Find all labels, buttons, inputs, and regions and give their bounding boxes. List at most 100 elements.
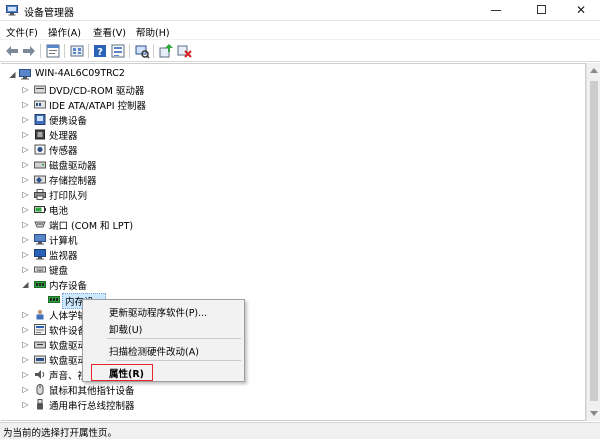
collapsed-icon[interactable]: ▷	[21, 145, 30, 154]
floppy-controller-icon	[34, 355, 46, 364]
menu-bar: 文件(F) 操作(A) 查看(V) 帮助(H)	[0, 22, 600, 40]
tree-item-label: 端口 (COM 和 LPT)	[49, 221, 134, 232]
collapsed-icon[interactable]: ▷	[21, 100, 30, 109]
tree-item-processor[interactable]: ▷ 处理器	[1, 127, 581, 142]
minimize-button[interactable]	[476, 0, 516, 21]
scroll-up-icon[interactable]	[590, 68, 598, 73]
menu-help[interactable]: 帮助(H)	[136, 25, 170, 39]
tree-item-label: DVD/CD-ROM 驱动器	[49, 86, 145, 97]
menu-view[interactable]: 查看(V)	[93, 25, 126, 39]
tree-item-label: 存储控制器	[49, 176, 97, 187]
tree-item-dvd[interactable]: ▷ DVD/CD-ROM 驱动器	[1, 82, 581, 97]
tree-item-portable[interactable]: ▷ 便携设备	[1, 112, 581, 127]
port-icon	[34, 221, 46, 228]
collapsed-icon[interactable]: ▷	[21, 205, 30, 214]
ctx-scan-hardware-label: 扫描检测硬件改动(A)	[109, 347, 199, 358]
scan-hardware-icon[interactable]	[134, 43, 150, 59]
collapsed-icon[interactable]: ▷	[21, 370, 30, 379]
uninstall-device-icon[interactable]	[176, 43, 192, 59]
tree-item-memory[interactable]: ◢ 内存设备	[1, 277, 581, 292]
tree-item-usb[interactable]: ▷ 通用串行总线控制器	[1, 397, 581, 412]
help-icon[interactable]: ?	[92, 43, 108, 59]
collapsed-icon[interactable]: ▷	[21, 265, 30, 274]
collapsed-icon[interactable]: ▷	[21, 325, 30, 334]
status-text: 为当前的选择打开属性页。	[3, 428, 118, 439]
collapsed-icon[interactable]: ▷	[21, 385, 30, 394]
show-hidden-icon[interactable]	[69, 43, 85, 59]
collapsed-icon[interactable]: ▷	[21, 175, 30, 184]
device-view-icon[interactable]	[110, 43, 126, 59]
properties-highlight-box	[91, 364, 153, 381]
properties-sheet-icon[interactable]	[45, 43, 61, 59]
tree-item-label: 监视器	[49, 251, 78, 262]
tree-item-mouse[interactable]: ▷ 鼠标和其他指针设备	[1, 382, 581, 397]
toolbar: ?	[0, 40, 600, 62]
collapsed-icon[interactable]: ▷	[21, 355, 30, 364]
title-bar: 设备管理器 ✕	[0, 0, 600, 21]
tree-item-battery[interactable]: ▷ 电池	[1, 202, 581, 217]
toolbar-separator	[88, 44, 89, 58]
storage-controller-icon	[34, 175, 46, 184]
ctx-update-driver[interactable]: 更新驱动程序软件(P)...	[84, 303, 243, 319]
collapsed-icon[interactable]: ▷	[21, 85, 30, 94]
collapsed-icon[interactable]: ▷	[21, 310, 30, 319]
back-arrow-icon[interactable]	[4, 43, 20, 59]
portable-device-icon	[34, 114, 46, 125]
tree-item-monitor[interactable]: ▷ 监视器	[1, 247, 581, 262]
tree-item-label: 键盘	[49, 266, 69, 277]
expanded-icon[interactable]: ◢	[21, 280, 30, 289]
close-icon: ✕	[575, 3, 587, 17]
sensor-icon	[34, 144, 46, 155]
tree-item-computer[interactable]: ▷ 计算机	[1, 232, 581, 247]
tree-item-print-queue[interactable]: ▷ 打印队列	[1, 187, 581, 202]
disk-drive-icon	[34, 161, 46, 169]
monitor-icon	[34, 249, 46, 260]
ctx-scan-hardware[interactable]: 扫描检测硬件改动(A)	[84, 342, 243, 358]
tree-item-label: IDE ATA/ATAPI 控制器	[49, 101, 147, 112]
collapsed-icon[interactable]: ▷	[21, 340, 30, 349]
minimize-icon	[491, 10, 501, 11]
tree-item-label: 内存设备	[49, 281, 88, 292]
tree-item-storage[interactable]: ▷ 存储控制器	[1, 172, 581, 187]
maximize-icon	[536, 5, 546, 14]
scroll-thumb[interactable]	[590, 81, 598, 401]
memory-chip-icon	[48, 296, 60, 303]
ctx-update-driver-label: 更新驱动程序软件(P)...	[109, 308, 208, 319]
mouse-icon	[36, 384, 44, 395]
vertical-scrollbar[interactable]	[586, 63, 600, 421]
update-driver-icon[interactable]	[158, 43, 174, 59]
collapsed-icon[interactable]: ▷	[21, 235, 30, 244]
maximize-button[interactable]	[521, 0, 561, 21]
context-menu: 更新驱动程序软件(P)... 卸载(U) 扫描检测硬件改动(A) 属性(R)	[82, 299, 245, 382]
expanded-icon[interactable]: ◢	[8, 70, 17, 79]
tree-item-keyboard[interactable]: ▷ 键盘	[1, 262, 581, 277]
toolbar-separator	[153, 44, 154, 58]
ctx-uninstall[interactable]: 卸载(U)	[84, 320, 243, 336]
svg-text:?: ?	[97, 47, 103, 58]
close-button[interactable]: ✕	[561, 0, 600, 21]
forward-arrow-icon[interactable]	[21, 43, 37, 59]
collapsed-icon[interactable]: ▷	[21, 190, 30, 199]
collapsed-icon[interactable]: ▷	[21, 115, 30, 124]
collapsed-icon[interactable]: ▷	[21, 130, 30, 139]
window-title: 设备管理器	[24, 8, 74, 19]
ctx-uninstall-label: 卸载(U)	[109, 325, 143, 336]
hid-icon	[36, 309, 44, 320]
tree-item-label: 鼠标和其他指针设备	[49, 386, 135, 397]
usb-icon	[37, 399, 43, 410]
tree-item-disk[interactable]: ▷ 磁盘驱动器	[1, 157, 581, 172]
collapsed-icon[interactable]: ▷	[21, 160, 30, 169]
tree-root[interactable]: ◢ WIN-4AL6C09TRC2	[1, 67, 581, 82]
tree-item-label: 通用串行总线控制器	[49, 401, 135, 412]
collapsed-icon[interactable]: ▷	[21, 400, 30, 409]
tree-item-port[interactable]: ▷ 端口 (COM 和 LPT)	[1, 217, 581, 232]
computer-icon	[34, 234, 46, 245]
collapsed-icon[interactable]: ▷	[21, 220, 30, 229]
menu-file[interactable]: 文件(F)	[6, 25, 38, 39]
tree-item-label: 电池	[49, 206, 69, 217]
collapsed-icon[interactable]: ▷	[21, 250, 30, 259]
tree-item-ide[interactable]: ▷ IDE ATA/ATAPI 控制器	[1, 97, 581, 112]
menu-action[interactable]: 操作(A)	[48, 25, 81, 39]
scroll-down-icon[interactable]	[590, 411, 598, 416]
tree-item-sensor[interactable]: ▷ 传感器	[1, 142, 581, 157]
